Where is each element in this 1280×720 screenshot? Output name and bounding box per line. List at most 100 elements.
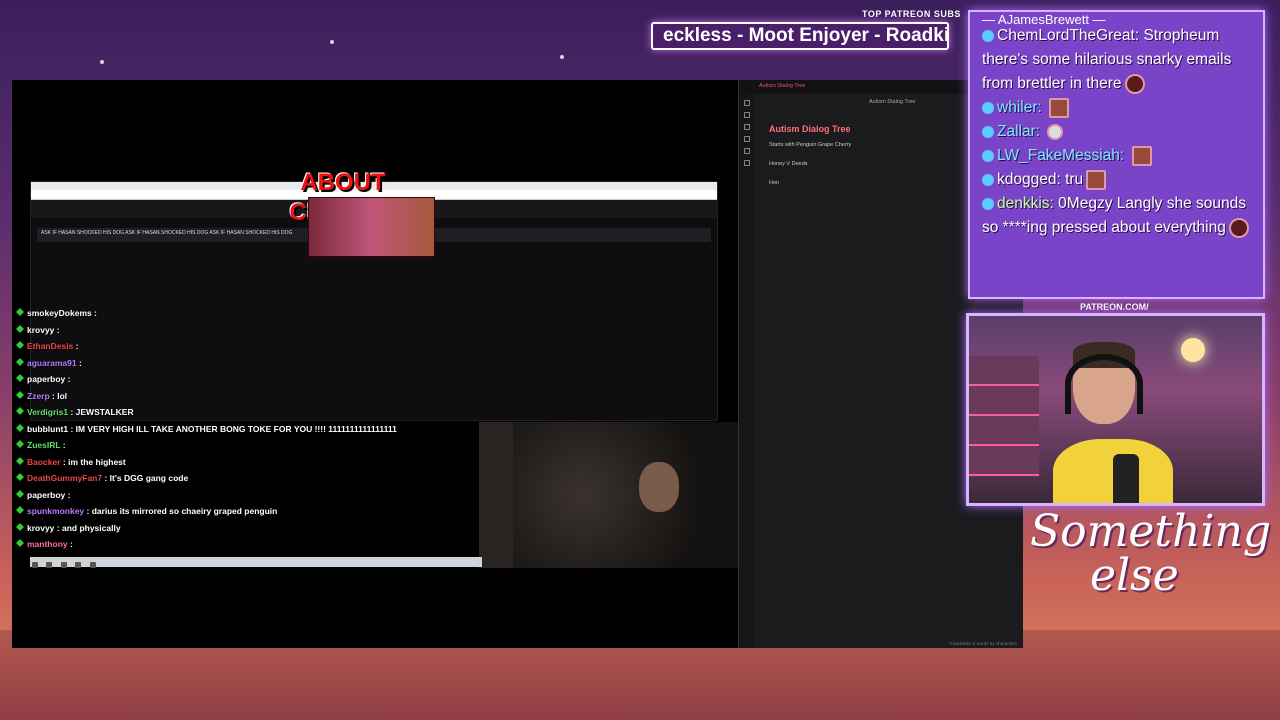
guest-webcam (479, 422, 738, 568)
chat-username[interactable]: ChemLordTheGreat: (997, 27, 1139, 44)
chat-line: ZuesIRL : (12, 437, 482, 454)
chat-username[interactable]: EthanDesis (27, 341, 73, 351)
calendar-icon[interactable] (744, 148, 750, 154)
note-title[interactable]: Autism Dialog Tree (769, 124, 851, 134)
webcam-background (479, 422, 513, 568)
subscriber-badge-icon (16, 407, 24, 415)
emote-icon (1086, 169, 1107, 190)
chat-line: LW_FakeMessiah: (982, 144, 1253, 168)
chat-line: denkkis: 0Megzy Langly she sounds so ***… (982, 192, 1253, 240)
search-icon[interactable] (46, 562, 53, 568)
streamer (1053, 334, 1173, 503)
chat-username[interactable]: smokeyDokems (27, 308, 92, 318)
emote-icon (1047, 123, 1064, 140)
chat-message: : (60, 440, 66, 450)
chat-line: EthanDesis : (12, 338, 482, 355)
chat-line: whiler: (982, 96, 1253, 120)
chat-message: : It's DGG gang code (102, 473, 189, 483)
subscriber-badge-icon (16, 473, 24, 481)
template-icon[interactable] (744, 160, 750, 166)
taskbar (30, 557, 482, 568)
chat-username[interactable]: paperboy (27, 490, 65, 500)
patreon-subs-label: TOP PATREON SUBS (862, 9, 961, 19)
chat-line: bubblunt1 : IM VERY HIGH ILL TAKE ANOTHE… (12, 421, 482, 438)
notes-tab[interactable]: Autism Dialog Tree (759, 83, 805, 89)
subscriber-badge-icon (16, 440, 24, 448)
files-icon[interactable] (744, 100, 750, 106)
chat-username[interactable]: Baocker (27, 457, 61, 467)
star-decoration (100, 60, 104, 64)
chat-username[interactable]: manthony (27, 539, 68, 549)
chat-line: paperboy : (12, 487, 482, 504)
chat-line: krovyy : (12, 322, 482, 339)
overlay-chat: smokeyDokems : krovyy : EthanDesis : agu… (12, 305, 482, 553)
note-line[interactable]: Honey V Deeds (769, 161, 808, 167)
chat-line: manthony : (12, 536, 482, 553)
guest-face (639, 462, 679, 512)
chat-message: tru (1060, 171, 1084, 188)
chat-line: paperboy : (12, 371, 482, 388)
start-icon[interactable] (32, 562, 38, 568)
streamer-webcam (966, 313, 1265, 506)
app-icon[interactable] (89, 562, 96, 568)
chat-username[interactable]: aguarama91 (27, 358, 77, 368)
subscriber-badge-icon (16, 539, 24, 547)
star-decoration (330, 40, 334, 44)
chat-username[interactable]: krovyy (27, 523, 54, 533)
chat-username[interactable]: paperboy (27, 374, 65, 384)
chat-username[interactable]: spunkmonkey (27, 506, 84, 516)
chat-username[interactable]: kdogged: (997, 171, 1061, 188)
chat-username[interactable]: ZuesIRL (27, 440, 60, 450)
badge-icon (982, 101, 994, 114)
badge-icon (982, 125, 994, 138)
shelf-background (969, 356, 1039, 476)
headphones-icon (1065, 354, 1143, 414)
chat-message (1042, 99, 1046, 116)
chat-message: : and physically (54, 522, 121, 533)
about-photo (308, 197, 435, 257)
chat-line: DeathGummyFan7 : It's DGG gang code (12, 470, 482, 487)
subscriber-badge-icon (16, 506, 24, 514)
chat-message: : (76, 357, 82, 368)
chat-message: : (73, 341, 79, 351)
chat-username[interactable]: Zzerp (27, 391, 50, 401)
chat-line: ChemLordTheGreat: Stropheum there's some… (982, 24, 1253, 96)
note-line[interactable]: Hon (769, 180, 779, 186)
badge-icon (982, 173, 994, 186)
canvas-icon[interactable] (744, 136, 750, 142)
chat-username[interactable]: bubblunt1 (27, 424, 68, 434)
webcam-label: PATREON.COM/ (1080, 302, 1149, 312)
badge-icon (982, 29, 994, 42)
chat-username[interactable]: LW_FakeMessiah: (997, 147, 1124, 164)
subscriber-badge-icon (16, 423, 24, 432)
search-icon[interactable] (744, 112, 750, 118)
chat-message (1124, 147, 1128, 164)
chat-username[interactable]: Verdigris1 (27, 407, 68, 417)
note-line[interactable]: Starts with Penguin Grape Cherry (769, 142, 851, 148)
app-icon[interactable] (60, 562, 67, 568)
app-icon[interactable] (75, 562, 82, 568)
emote-icon (1131, 145, 1152, 166)
subscriber-badge-icon (16, 357, 24, 366)
lamp-decoration (1181, 338, 1205, 362)
notes-sidebar (739, 94, 755, 648)
microphone-icon (1113, 454, 1139, 503)
subscriber-badge-icon (16, 489, 24, 498)
emote-icon (1049, 97, 1070, 118)
screen-capture: ASK IF HASAN SHOCKED HIS DOG ASK IF HASA… (12, 80, 1023, 648)
notes-status-bar: 0 backlinks 5 words 51 characters (949, 641, 1017, 646)
chat-username[interactable]: whiler: (997, 99, 1042, 116)
graph-icon[interactable] (744, 124, 750, 130)
chat-username[interactable]: DeathGummyFan7 (27, 473, 102, 483)
chat-username[interactable]: denkkis: (997, 195, 1054, 212)
chat-username[interactable]: Zallar: (997, 123, 1040, 140)
badge-icon (982, 197, 994, 210)
chat-message: : (54, 324, 60, 335)
emote-icon (1124, 73, 1145, 94)
chat-message: : lol (49, 390, 68, 401)
emote-icon (1228, 217, 1249, 238)
chat-line: smokeyDokems : (12, 305, 482, 322)
subscriber-badge-icon (16, 374, 24, 382)
chat-username[interactable]: krovyy (27, 325, 54, 335)
subscriber-badge-icon (16, 308, 24, 316)
